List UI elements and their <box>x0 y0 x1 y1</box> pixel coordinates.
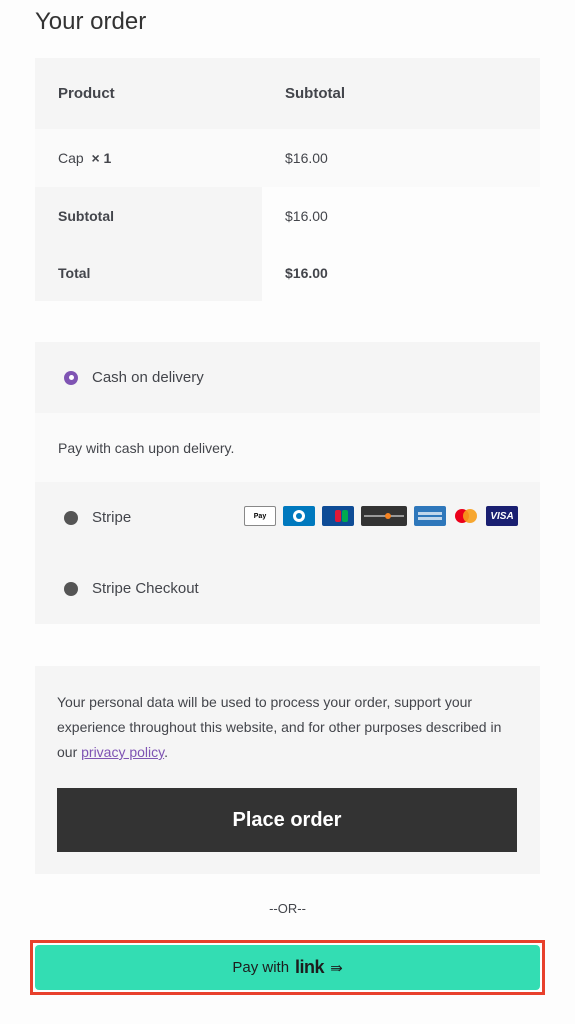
stripe-label: Stripe <box>92 509 132 526</box>
item-price: $16.00 <box>285 150 328 166</box>
apple-pay-icon: Pay <box>244 506 276 526</box>
total-row: Total $16.00 <box>35 244 540 301</box>
table-row: Cap × 1 $16.00 <box>35 129 540 187</box>
privacy-text: Your personal data will be used to proce… <box>57 694 502 760</box>
cod-label: Cash on delivery <box>92 369 204 386</box>
header-product: Product <box>58 85 115 102</box>
radio-stripe-checkout[interactable] <box>64 581 78 596</box>
payment-option-cod[interactable]: Cash on delivery <box>35 342 540 413</box>
mastercard-icon <box>453 506 479 526</box>
pay-with-link-button[interactable]: Pay with link ⇛ <box>35 945 540 990</box>
privacy-box: Your personal data will be used to proce… <box>35 666 540 874</box>
subtotal-row: Subtotal $16.00 <box>35 187 540 244</box>
jcb-icon <box>322 506 354 526</box>
place-order-button[interactable]: Place order <box>57 788 517 852</box>
payment-option-stripe-checkout[interactable]: Stripe Checkout <box>35 553 540 624</box>
or-divider: --OR-- <box>269 901 306 916</box>
subtotal-value: $16.00 <box>262 187 540 244</box>
diners-club-icon <box>283 506 315 526</box>
link-logo: link <box>295 957 325 977</box>
item-cell: Cap × 1 <box>35 129 262 187</box>
visa-icon: VISA <box>486 506 518 526</box>
privacy-policy-link[interactable]: privacy policy <box>81 744 164 760</box>
item-name: Cap <box>58 150 84 166</box>
order-table: Product Subtotal Cap × 1 $16.00 Subtotal… <box>35 58 540 301</box>
subtotal-label: Subtotal <box>35 187 262 244</box>
payment-methods: Cash on delivery Pay with cash upon deli… <box>35 342 540 624</box>
payment-option-stripe[interactable]: Stripe Pay VISA <box>35 482 540 553</box>
discover-icon <box>361 506 407 526</box>
radio-cod[interactable] <box>64 370 78 385</box>
arrow-icon: ⇛ <box>330 959 343 977</box>
page-title: Your order <box>35 8 147 35</box>
link-prefix: Pay with <box>232 959 290 976</box>
item-qty: × 1 <box>91 150 112 166</box>
table-header: Product Subtotal <box>35 58 540 129</box>
header-subtotal: Subtotal <box>285 85 345 102</box>
radio-stripe[interactable] <box>64 510 78 525</box>
link-highlight: Pay with link ⇛ <box>30 940 545 995</box>
total-label: Total <box>35 244 262 301</box>
amex-icon <box>414 506 446 526</box>
card-logos: Pay VISA <box>244 506 518 526</box>
total-value: $16.00 <box>262 244 540 301</box>
stripe-checkout-label: Stripe Checkout <box>92 580 199 597</box>
cod-description: Pay with cash upon delivery. <box>35 413 540 482</box>
